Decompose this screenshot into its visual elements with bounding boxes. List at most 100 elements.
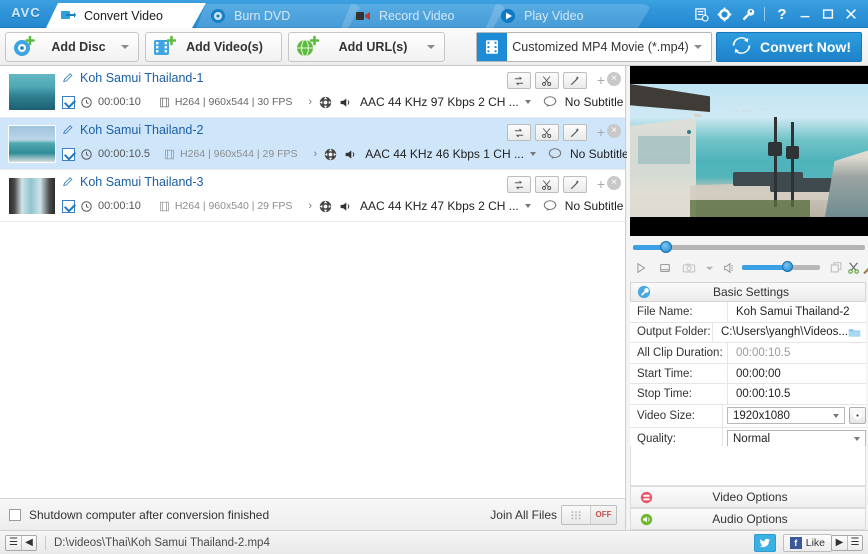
add-disc-button[interactable]: Add Disc: [5, 32, 139, 62]
property-value-start-time[interactable]: 00:00:00: [728, 364, 866, 384]
scissors-icon[interactable]: [535, 124, 559, 141]
seek-bar[interactable]: [630, 238, 868, 256]
stop-icon[interactable]: [654, 258, 676, 278]
file-checkbox[interactable]: [62, 147, 75, 161]
expand-arrow-icon[interactable]: ›: [308, 200, 312, 212]
remove-row-button[interactable]: ×: [607, 124, 621, 138]
rotate-icon[interactable]: [507, 72, 531, 89]
magic-wand-icon[interactable]: [563, 72, 587, 89]
add-row-button[interactable]: +: [597, 73, 605, 87]
file-audio-track[interactable]: AAC 44 KHz 46 Kbps 1 CH ...: [365, 147, 524, 161]
rename-pencil-icon[interactable]: [62, 176, 74, 191]
collapse-right-icon[interactable]: ▶: [832, 535, 847, 550]
table-row[interactable]: Koh Samui Thailand-3 00:00:10 H264 | 960…: [0, 170, 682, 222]
property-value-stop-time[interactable]: 00:00:10.5: [728, 384, 866, 404]
output-format-selector[interactable]: Customized MP4 Movie (*.mp4): [476, 32, 712, 62]
add-urls-button[interactable]: Add URL(s): [288, 32, 445, 62]
property-value-file-name[interactable]: Koh Samui Thailand-2: [728, 302, 866, 322]
close-icon[interactable]: [840, 3, 862, 25]
divider: [764, 7, 765, 21]
file-checkbox[interactable]: [62, 95, 75, 109]
chevron-down-icon[interactable]: [702, 258, 716, 278]
add-row-button[interactable]: +: [597, 177, 605, 191]
file-audio-track[interactable]: AAC 44 KHz 97 Kbps 2 CH ...: [360, 95, 519, 109]
seek-handle[interactable]: [660, 241, 672, 253]
add-videos-button[interactable]: Add Video(s): [145, 32, 282, 62]
magic-wand-icon[interactable]: [563, 124, 587, 141]
scissors-icon[interactable]: [535, 176, 559, 193]
video-size-select[interactable]: 1920x1080: [727, 407, 845, 425]
magic-wand-icon[interactable]: [563, 176, 587, 193]
tab-burn-dvd[interactable]: Burn DVD: [196, 4, 362, 28]
minimize-icon[interactable]: [794, 3, 816, 25]
table-row[interactable]: Koh Samui Thailand-2 00:00:10.5 H264 | 9…: [0, 118, 687, 170]
volume-level: [742, 265, 787, 270]
facebook-icon: f: [789, 536, 802, 549]
scissors-icon[interactable]: [535, 72, 559, 89]
remove-row-button[interactable]: ×: [607, 72, 621, 86]
help-icon[interactable]: ?: [771, 3, 793, 25]
chevron-down-icon[interactable]: [694, 45, 702, 49]
twitter-icon[interactable]: [754, 533, 776, 552]
speaker-icon: [339, 96, 352, 109]
effect-icon[interactable]: [858, 258, 868, 278]
gear-icon[interactable]: [713, 3, 735, 25]
tab-record-video[interactable]: Record Video: [341, 4, 507, 28]
collapse-left-icon[interactable]: ◀: [21, 535, 36, 550]
play-icon[interactable]: [630, 258, 652, 278]
volume-handle[interactable]: [782, 261, 793, 272]
record-video-icon: [355, 8, 371, 24]
view-toggle-left[interactable]: ☰ ◀: [5, 534, 37, 551]
rotate-icon[interactable]: [507, 124, 531, 141]
quality-select[interactable]: Normal: [727, 430, 866, 448]
video-preview[interactable]: [630, 66, 868, 236]
join-all-files-toggle[interactable]: OFF: [561, 504, 617, 525]
table-row[interactable]: Koh Samui Thailand-1 00:00:10 H264 | 960…: [0, 66, 682, 118]
expand-arrow-icon[interactable]: ›: [314, 148, 318, 160]
shutdown-checkbox[interactable]: [9, 508, 21, 521]
chevron-down-icon[interactable]: [121, 45, 129, 49]
snapshot-icon[interactable]: [678, 258, 700, 278]
chevron-down-icon[interactable]: [833, 413, 839, 418]
file-checkbox[interactable]: [62, 199, 75, 213]
volume-icon[interactable]: [718, 258, 740, 278]
convert-now-button[interactable]: Convert Now!: [716, 32, 862, 62]
maximize-icon[interactable]: [817, 3, 839, 25]
property-value-output-folder[interactable]: C:\Users\yangh\Videos...: [713, 323, 866, 343]
audio-options-row[interactable]: Audio Options: [630, 508, 866, 530]
list-settings-icon[interactable]: [690, 3, 712, 25]
chevron-down-icon[interactable]: [524, 100, 531, 104]
join-all-files-label: Join All Files: [490, 507, 557, 522]
chevron-down-icon[interactable]: [427, 45, 435, 49]
video-size-settings-button[interactable]: [849, 407, 866, 425]
chevron-down-icon[interactable]: [524, 204, 531, 208]
chevron-down-icon[interactable]: [854, 436, 860, 441]
folder-browse-icon[interactable]: [848, 326, 861, 339]
file-list[interactable]: Koh Samui Thailand-1 00:00:10 H264 | 960…: [0, 66, 687, 498]
film-strip-icon: [159, 201, 170, 212]
facebook-like-button[interactable]: f Like: [782, 533, 832, 552]
expand-arrow-icon[interactable]: ›: [308, 96, 312, 108]
file-title[interactable]: Koh Samui Thailand-1: [80, 71, 203, 85]
video-thumbnail: [8, 177, 56, 215]
rotate-icon[interactable]: [507, 176, 531, 193]
file-title[interactable]: Koh Samui Thailand-2: [80, 123, 203, 137]
rename-pencil-icon[interactable]: [62, 72, 74, 87]
file-subtitle[interactable]: No Subtitle: [565, 95, 624, 109]
video-options-row[interactable]: Video Options: [630, 486, 866, 508]
file-audio-track[interactable]: AAC 44 KHz 47 Kbps 2 CH ...: [360, 199, 519, 213]
chevron-down-icon[interactable]: [529, 152, 536, 156]
wrench-icon[interactable]: [736, 3, 758, 25]
list-view-icon[interactable]: ☰: [6, 535, 21, 550]
panel-view-icon[interactable]: ☰: [847, 535, 862, 550]
file-title[interactable]: Koh Samui Thailand-3: [80, 175, 203, 189]
rename-pencil-icon[interactable]: [62, 124, 74, 139]
remove-row-button[interactable]: ×: [607, 176, 621, 190]
add-row-button[interactable]: +: [597, 125, 605, 139]
tab-convert-video[interactable]: Convert Video: [46, 3, 206, 28]
file-subtitle[interactable]: No Subtitle: [565, 199, 624, 213]
codec-icon: [319, 96, 332, 109]
tab-play-video[interactable]: Play Video: [486, 4, 652, 28]
file-subtitle[interactable]: No Subtitle: [570, 147, 629, 161]
view-toggle-right[interactable]: ▶ ☰: [831, 534, 863, 551]
